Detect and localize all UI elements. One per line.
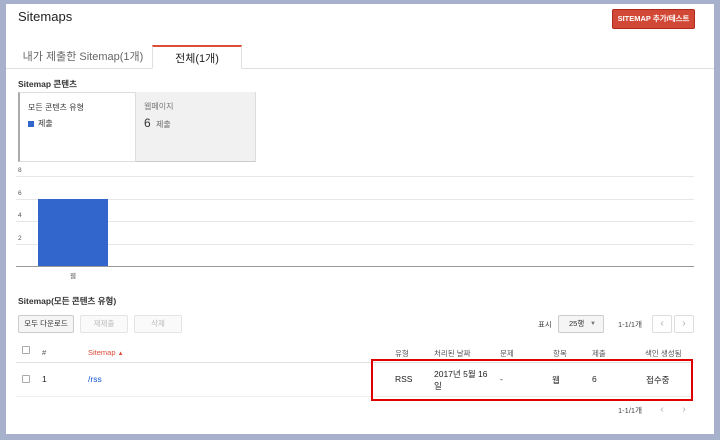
sitemap-content-title: Sitemap 콘텐츠 <box>18 79 77 89</box>
tab-all[interactable]: 전체(1개) <box>152 45 242 69</box>
next-page-bottom-icon[interactable]: › <box>674 401 694 419</box>
caret-down-icon: ▼ <box>590 321 596 327</box>
page-size-value: 25행 <box>569 319 585 328</box>
legend-swatch-icon <box>28 121 34 127</box>
row-checkbox[interactable] <box>22 375 30 383</box>
resubmit-button[interactable]: 재제출 <box>80 315 128 333</box>
select-all-checkbox[interactable] <box>22 346 30 354</box>
page-title: Sitemaps <box>18 9 73 24</box>
col-type: 유형 <box>395 349 409 358</box>
row-num: 1 <box>42 374 47 384</box>
add-test-sitemap-button[interactable]: SITEMAP 추가/테스트 <box>612 9 695 29</box>
y-tick-label: 2 <box>18 234 22 242</box>
page-size-select[interactable]: 25행 ▼ <box>558 315 604 333</box>
sort-up-icon: ▲ <box>117 351 124 357</box>
bar-0[interactable] <box>38 198 108 266</box>
col-submitted: 제출 <box>592 349 606 358</box>
col-indexed: 색인 생성됨 <box>645 349 682 358</box>
gridline <box>16 198 694 200</box>
col-num: # <box>42 348 47 357</box>
pager-text-top: 1-1/1개 <box>618 320 642 329</box>
col-processed-date: 처리된 날짜 <box>434 349 471 358</box>
tab-my-sitemaps[interactable]: 내가 제출한 Sitemap(1개) <box>18 45 148 69</box>
col-issues: 문제 <box>500 349 514 358</box>
prev-page-icon[interactable]: ‹ <box>652 315 672 333</box>
y-tick-label: 6 <box>18 189 22 197</box>
card-all-content-types[interactable]: 모든 콘텐츠 유형 제출 <box>18 92 136 162</box>
gridline <box>16 243 694 245</box>
y-tick-label: 8 <box>18 167 22 174</box>
row-sitemap-link[interactable]: /rss <box>88 374 102 384</box>
legend-submitted: 제출 <box>38 119 53 128</box>
y-tick-label: 4 <box>18 212 22 219</box>
download-all-button[interactable]: 모두 다운로드 <box>18 315 74 333</box>
col-sitemap[interactable]: Sitemap ▲ <box>88 348 124 357</box>
sitemap-list-title: Sitemap(모든 콘텐츠 유형) <box>18 296 117 306</box>
col-items: 항목 <box>553 349 567 358</box>
prev-page-bottom-icon[interactable]: ‹ <box>652 401 672 419</box>
pager-text-bottom: 1-1/1개 <box>618 406 642 415</box>
card-web-count: 6 <box>144 116 151 130</box>
card-webpages[interactable]: 웹페이지 6 제출 <box>136 92 256 162</box>
x-axis <box>16 266 694 267</box>
show-label: 표시 <box>538 320 552 329</box>
card-all-title: 모든 콘텐츠 유형 <box>28 103 84 112</box>
gridline <box>16 221 694 222</box>
highlight-box <box>371 359 693 401</box>
card-web-title: 웹페이지 <box>144 102 174 111</box>
gridline <box>16 176 694 177</box>
x-tick-label: 웹 <box>70 273 76 280</box>
delete-button[interactable]: 삭제 <box>134 315 182 333</box>
sitemaps-panel: Sitemaps SITEMAP 추가/테스트 내가 제출한 Sitemap(1… <box>6 4 714 434</box>
card-web-unit: 제출 <box>156 120 171 129</box>
col-sitemap-label: Sitemap <box>88 348 116 357</box>
next-page-icon[interactable]: › <box>674 315 694 333</box>
